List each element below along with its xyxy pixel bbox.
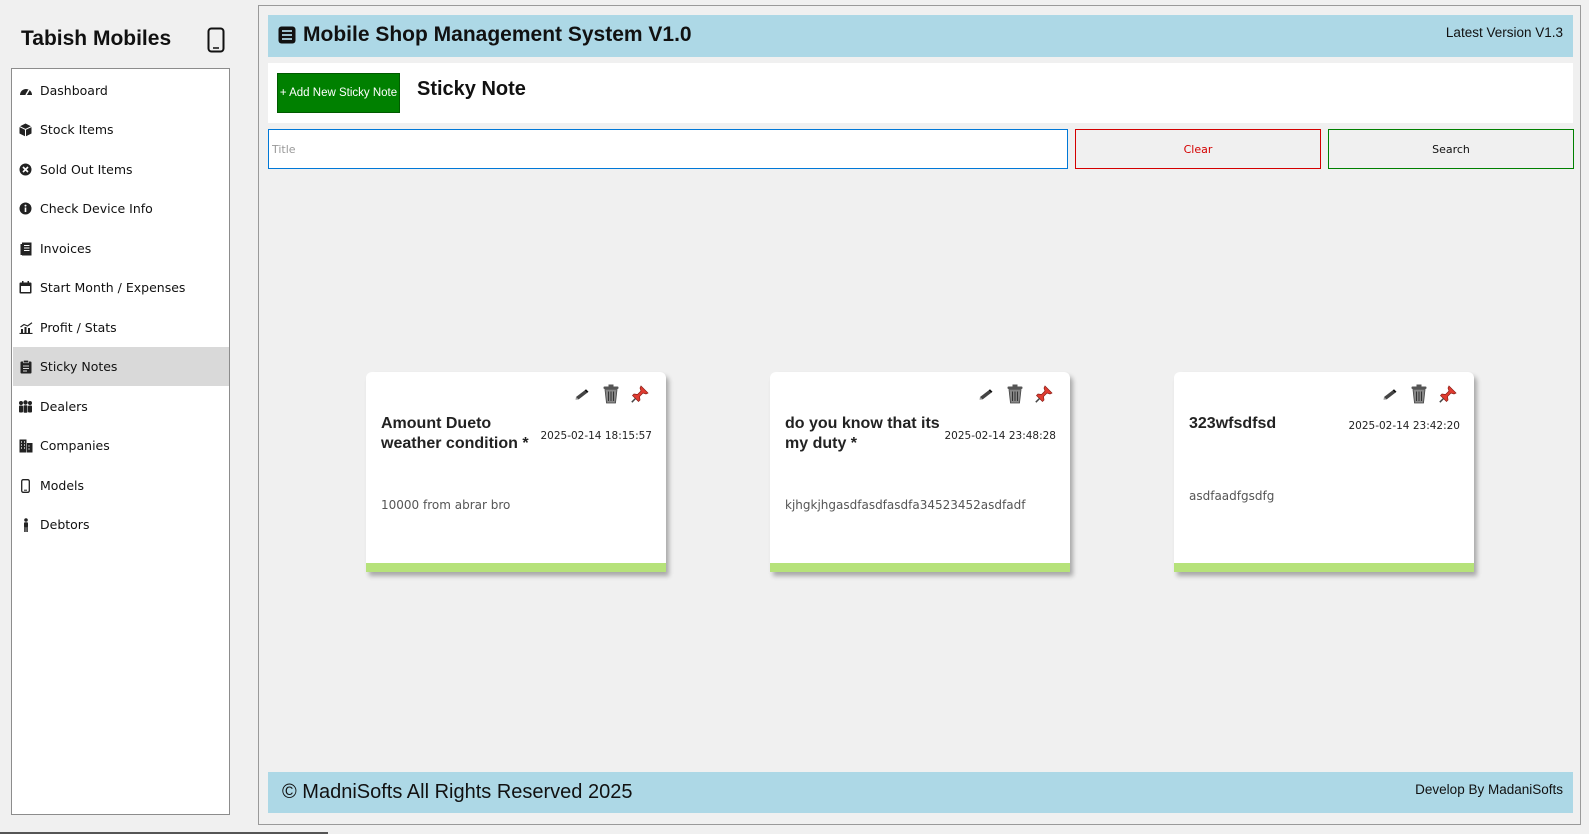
edit-icon[interactable] xyxy=(976,384,996,404)
sidebar-nav: Dashboard Stock Items Sold Out Items Che… xyxy=(11,68,230,815)
pin-icon[interactable] xyxy=(630,384,650,404)
person-icon xyxy=(18,517,33,532)
sidebar-item-label: Dealers xyxy=(40,399,88,414)
sidebar-item-invoices[interactable]: Invoices xyxy=(13,229,229,268)
sidebar-item-label: Models xyxy=(40,478,85,493)
note-date: 2025-02-14 23:42:20 xyxy=(1348,420,1460,432)
clipboard-icon xyxy=(18,359,33,374)
app-header: Mobile Shop Management System V1.0 Lates… xyxy=(268,15,1573,57)
add-sticky-note-button[interactable]: + Add New Sticky Note xyxy=(277,73,400,113)
app-footer: © MadniSofts All Rights Reserved 2025 De… xyxy=(268,772,1573,813)
note-title: Amount Dueto weather condition * xyxy=(381,415,529,452)
sidebar-item-label: Invoices xyxy=(40,241,92,256)
note-body: asdfaadfgsdfg xyxy=(1189,489,1275,503)
sidebar-item-models[interactable]: Models xyxy=(13,466,229,505)
sidebar-item-label: Profit / Stats xyxy=(40,320,117,335)
dashboard-icon xyxy=(18,83,33,98)
trash-icon[interactable] xyxy=(1409,384,1429,404)
sidebar-item-debtors[interactable]: Debtors xyxy=(13,505,229,544)
copyright-text: © MadniSofts All Rights Reserved 2025 xyxy=(282,781,633,803)
sidebar-item-label: Start Month / Expenses xyxy=(40,280,186,295)
x-circle-icon xyxy=(18,162,33,177)
note-actions xyxy=(976,384,1054,404)
sidebar-item-sticky-notes[interactable]: Sticky Notes xyxy=(13,347,229,386)
phone-icon xyxy=(207,27,225,53)
sidebar-item-label: Sticky Notes xyxy=(40,359,118,374)
sidebar-item-dealers[interactable]: Dealers xyxy=(13,387,229,426)
info-icon xyxy=(18,201,33,216)
note-actions xyxy=(572,384,650,404)
sidebar-item-start-month-expenses[interactable]: Start Month / Expenses xyxy=(13,268,229,307)
note-color-strip xyxy=(770,563,1070,572)
note-title: 323wfsdfsd xyxy=(1189,415,1277,432)
note-color-strip xyxy=(366,563,666,572)
search-button[interactable]: Search xyxy=(1328,129,1574,169)
note-actions xyxy=(1380,384,1458,404)
app-title: Mobile Shop Management System V1.0 xyxy=(303,23,692,46)
pin-icon[interactable] xyxy=(1034,384,1054,404)
edit-icon[interactable] xyxy=(572,384,592,404)
sidebar-item-check-device-info[interactable]: Check Device Info xyxy=(13,189,229,228)
note-card: Amount Dueto weather condition * 2025-02… xyxy=(366,372,666,572)
note-date: 2025-02-14 23:48:28 xyxy=(944,430,1056,442)
invoice-icon xyxy=(18,241,33,256)
list-icon xyxy=(278,26,296,44)
sidebar-item-label: Companies xyxy=(40,438,110,453)
sidebar-item-label: Stock Items xyxy=(40,122,114,137)
phone-icon xyxy=(18,478,33,493)
sidebar-item-sold-out-items[interactable]: Sold Out Items xyxy=(13,150,229,189)
note-color-strip xyxy=(1174,563,1474,572)
pin-icon[interactable] xyxy=(1438,384,1458,404)
note-body: kjhgkjhgasdfasdfasdfa34523452asdfadf xyxy=(785,498,1026,512)
box-icon xyxy=(18,122,33,137)
calendar-icon xyxy=(18,280,33,295)
sidebar-header: Tabish Mobiles xyxy=(0,0,240,68)
edit-icon[interactable] xyxy=(1380,384,1400,404)
trash-icon[interactable] xyxy=(1005,384,1025,404)
title-search-input[interactable] xyxy=(268,129,1068,169)
sidebar-item-label: Dashboard xyxy=(40,83,108,98)
sidebar-item-label: Sold Out Items xyxy=(40,162,133,177)
note-card: do you know that its my duty * 2025-02-1… xyxy=(770,372,1070,572)
toolbar: + Add New Sticky Note Sticky Note xyxy=(268,63,1573,123)
note-title: do you know that its my duty * xyxy=(785,415,940,452)
sidebar-item-profit-stats[interactable]: Profit / Stats xyxy=(13,308,229,347)
building-icon xyxy=(18,438,33,453)
sidebar-item-stock-items[interactable]: Stock Items xyxy=(13,110,229,149)
developer-credit: Develop By MadaniSofts xyxy=(1415,782,1563,797)
clear-button[interactable]: Clear xyxy=(1075,129,1321,169)
brand-name: Tabish Mobiles xyxy=(21,27,172,50)
note-card: 323wfsdfsd 2025-02-14 23:42:20 asdfaadfg… xyxy=(1174,372,1474,572)
version-label: Latest Version V1.3 xyxy=(1445,25,1563,40)
sidebar-item-label: Check Device Info xyxy=(40,201,153,216)
trash-icon[interactable] xyxy=(601,384,621,404)
sidebar-item-dashboard[interactable]: Dashboard xyxy=(13,71,229,110)
note-date: 2025-02-14 18:15:57 xyxy=(540,430,652,442)
people-icon xyxy=(18,399,33,414)
page-title: Sticky Note xyxy=(417,78,526,100)
sidebar-item-companies[interactable]: Companies xyxy=(13,426,229,465)
chart-icon xyxy=(18,320,33,335)
note-body: 10000 from abrar bro xyxy=(381,498,511,512)
sidebar-item-label: Debtors xyxy=(40,517,90,532)
